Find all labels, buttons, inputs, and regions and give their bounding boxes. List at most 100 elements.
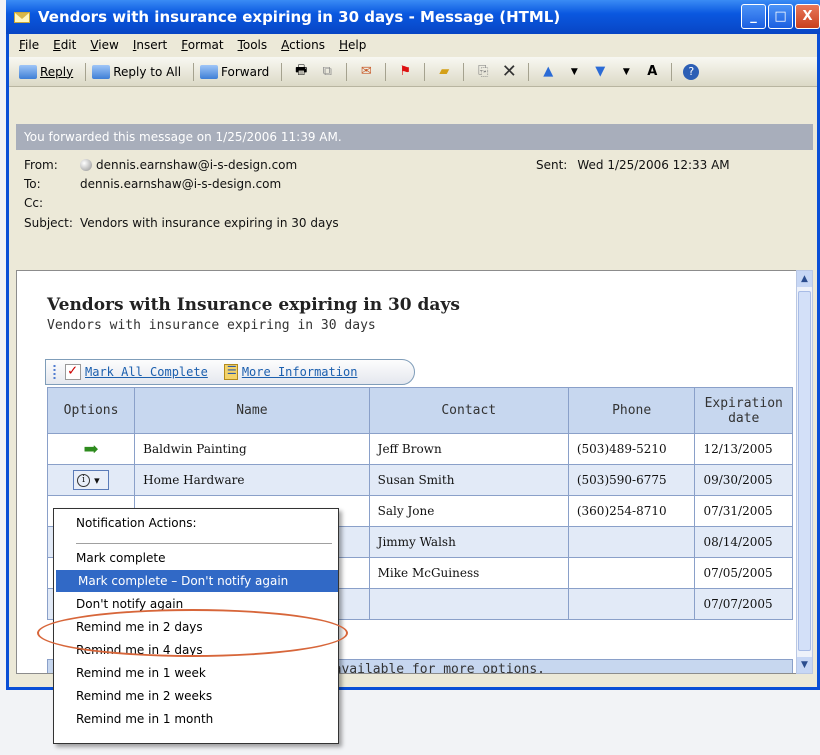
column-header: Name: [134, 387, 370, 434]
phone-cell: (503)590-6775: [567, 464, 696, 496]
delete-icon[interactable]: ✕: [500, 61, 518, 82]
phone-cell: (360)254-8710: [567, 495, 696, 527]
callout-oval: [37, 609, 348, 657]
scroll-down-arrow-icon[interactable]: ▼: [797, 657, 812, 673]
previous-item-icon[interactable]: ▲: [539, 64, 557, 80]
subject-label: Subject:: [24, 216, 73, 230]
toolbar-separator: [85, 62, 87, 81]
menu-tools[interactable]: Tools: [238, 38, 268, 52]
folder-icon[interactable]: ▰: [435, 64, 453, 80]
mark-all-complete-link[interactable]: Mark All Complete: [85, 365, 208, 379]
message-header: From: dennis.earnshaw@i-s-design.com Sent…: [16, 150, 813, 264]
menu-item-remind-1-month[interactable]: Remind me in 1 month: [54, 708, 338, 730]
subject-value: Vendors with insurance expiring in 30 da…: [80, 216, 339, 230]
cc-row: Cc:: [24, 196, 80, 210]
reply-all-label: Reply to All: [113, 64, 182, 79]
help-icon[interactable]: ?: [682, 63, 700, 80]
from-value[interactable]: dennis.earnshaw@i-s-design.com: [96, 158, 297, 172]
subject-row: Subject: Vendors with insurance expiring …: [24, 216, 339, 230]
name-cell: Home Hardware: [134, 464, 370, 496]
info-list-icon: [223, 364, 238, 380]
table-row: ➡ Baldwin Painting Jeff Brown (503)489-5…: [46, 433, 793, 465]
column-header: Expiration date: [694, 387, 793, 434]
phone-cell: [567, 557, 696, 589]
menu-format[interactable]: Format: [181, 38, 223, 52]
menu-header: Notification Actions:: [76, 516, 197, 530]
maximize-button[interactable]: □: [768, 4, 793, 29]
menu-item-mark-complete[interactable]: Mark complete: [54, 547, 338, 569]
column-header: Phone: [567, 387, 696, 434]
menu-actions[interactable]: Actions: [281, 38, 325, 52]
toolbar-separator: [424, 62, 426, 81]
scroll-up-arrow-icon[interactable]: ▲: [797, 271, 812, 287]
window-controls: _ □ X: [741, 4, 820, 29]
to-row: To: dennis.earnshaw@i-s-design.com: [24, 177, 281, 191]
toolbar: Reply Reply to All Forward 🖶 ⧉ ✉ ⚑ ▰ ⎘ ✕…: [9, 57, 817, 87]
envelope-icon: [14, 11, 30, 23]
menu-view[interactable]: View: [90, 38, 118, 52]
from-row: From: dennis.earnshaw@i-s-design.com: [24, 158, 297, 172]
toolbar-separator: [671, 62, 673, 81]
sent-row: Sent: Wed 1/25/2006 12:33 AM: [536, 158, 730, 172]
more-information-link[interactable]: More Information: [242, 365, 358, 379]
chevron-down-icon[interactable]: ▼: [617, 64, 635, 80]
vertical-scrollbar[interactable]: ▲ ▼: [796, 270, 813, 674]
menu-item-mark-complete-dont-notify[interactable]: Mark complete – Don't notify again: [56, 570, 338, 592]
contact-cell: [368, 588, 569, 620]
contact-cell: Saly Jone: [368, 495, 569, 527]
table-row: i ▾ Home Hardware Susan Smith (503)590-67…: [46, 464, 793, 496]
flag-icon[interactable]: ⚑: [396, 64, 414, 80]
forward-label: Forward: [221, 64, 270, 79]
minimize-button[interactable]: _: [741, 4, 766, 29]
column-header: Contact: [368, 387, 569, 434]
reply-all-button[interactable]: Reply to All: [92, 64, 182, 79]
toolbar-separator: [281, 62, 283, 81]
info-icon: i: [77, 473, 91, 487]
title-bar: Vendors with insurance expiring in 30 da…: [6, 0, 820, 34]
menu-help[interactable]: Help: [339, 38, 366, 52]
info-bar: You forwarded this message on 1/25/2006 …: [16, 124, 813, 150]
scroll-thumb[interactable]: [798, 291, 811, 651]
font-size-icon[interactable]: A: [643, 64, 661, 80]
copy-icon[interactable]: ⧉: [318, 64, 336, 80]
toolbar-separator: [385, 62, 387, 81]
menu-item-remind-2-weeks[interactable]: Remind me in 2 weeks: [54, 685, 338, 707]
reply-all-icon: [92, 64, 111, 79]
contact-cell: Jimmy Walsh: [368, 526, 569, 558]
close-button[interactable]: X: [795, 4, 820, 29]
toolbar-separator: [528, 62, 530, 81]
toolbar-separator: [463, 62, 465, 81]
action-bar: Mark All Complete More Information: [45, 359, 415, 385]
to-label: To:: [24, 177, 41, 191]
next-item-icon[interactable]: ▼: [591, 64, 609, 80]
to-value[interactable]: dennis.earnshaw@i-s-design.com: [80, 177, 281, 191]
grip-icon: [52, 364, 57, 380]
contact-cell: Susan Smith: [368, 464, 569, 496]
date-cell: 07/07/2005: [694, 588, 793, 620]
reply-icon: [19, 64, 37, 79]
menu-edit[interactable]: Edit: [53, 38, 76, 52]
from-label: From:: [24, 158, 58, 172]
forward-button[interactable]: Forward: [200, 64, 270, 79]
window-title: Vendors with insurance expiring in 30 da…: [38, 8, 561, 26]
toolbar-separator: [346, 62, 348, 81]
menu-file[interactable]: File: [19, 38, 39, 52]
envelope-send-icon[interactable]: ✉: [357, 64, 375, 80]
toolbar-separator: [193, 62, 195, 81]
menu-bar: File Edit View Insert Format Tools Actio…: [9, 34, 817, 56]
table-header-row: Options Name Contact Phone Expiration da…: [46, 387, 793, 434]
phone-cell: [567, 588, 696, 620]
date-cell: 07/31/2005: [694, 495, 793, 527]
menu-divider: [76, 543, 332, 544]
chevron-down-icon[interactable]: ▼: [565, 64, 583, 80]
menu-item-remind-1-week[interactable]: Remind me in 1 week: [54, 662, 338, 684]
print-icon[interactable]: 🖶: [292, 63, 310, 80]
arrow-right-icon[interactable]: ➡: [84, 439, 99, 460]
contact-cell: Mike McGuiness: [368, 557, 569, 589]
phone-cell: (503)489-5210: [567, 433, 696, 465]
move-icon[interactable]: ⎘: [474, 64, 492, 80]
phone-cell: [567, 526, 696, 558]
options-dropdown-button[interactable]: i ▾: [73, 470, 110, 490]
reply-button[interactable]: Reply: [19, 64, 73, 79]
menu-insert[interactable]: Insert: [133, 38, 167, 52]
